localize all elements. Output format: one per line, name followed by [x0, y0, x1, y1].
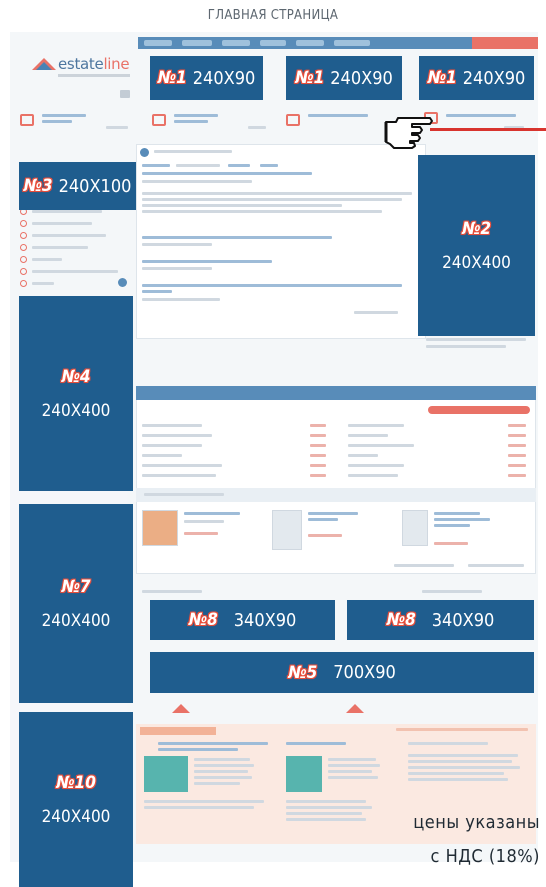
ad-block-size: 240X400	[41, 400, 111, 421]
ad-block-number: №7	[61, 576, 91, 597]
ad-block-size: 240X400	[41, 806, 111, 827]
pointing-hand-icon	[382, 106, 438, 150]
ad-block-size: 700X90	[333, 662, 396, 683]
ad-block-size: 340X90	[431, 609, 495, 631]
ad-block-size: 240X100	[58, 175, 132, 197]
ad-block-size: 240X400	[442, 252, 511, 273]
ad-block-number: №4	[61, 366, 91, 387]
ad-block-number: №8	[188, 610, 218, 630]
ad-block-number: №3	[23, 176, 53, 196]
ad-block-1-right: №1 240X90	[419, 56, 534, 100]
ad-block-4: №4 240X400	[19, 296, 133, 491]
ad-block-size: 340X90	[233, 609, 297, 631]
ad-block-1-center: №1 240X90	[286, 56, 402, 100]
ad-block-number: №8	[386, 610, 416, 630]
price-note-line1: цены указаны	[413, 812, 540, 833]
ad-block-number: №1	[157, 68, 187, 88]
ad-block-10: №10 240X400	[19, 712, 133, 887]
logo-part2: line	[103, 55, 130, 73]
ad-block-7: №7 240X400	[19, 504, 133, 703]
ad-block-8-left: №8 340X90	[150, 600, 335, 640]
catalog-panel	[136, 386, 536, 574]
ad-block-number: №5	[288, 662, 318, 683]
site-logo: estateline	[30, 52, 140, 88]
ad-block-8-right: №8 340X90	[347, 600, 534, 640]
logo-part1: estate	[58, 55, 104, 73]
ad-block-size: 240X90	[330, 67, 393, 89]
site-top-nav	[138, 37, 538, 49]
ad-block-number: №2	[461, 218, 492, 239]
ad-block-size: 240X90	[462, 67, 526, 89]
ad-block-size: 240X400	[41, 610, 111, 631]
pointer-line	[430, 128, 546, 131]
ad-block-number: №10	[56, 772, 96, 793]
price-note-line2: с НДС (18%)	[430, 846, 540, 867]
ad-block-2: №2 240X400	[418, 155, 535, 336]
ad-block-number: №1	[295, 68, 325, 88]
catalog-header-bar	[136, 386, 536, 400]
ad-block-number: №1	[427, 68, 457, 88]
ad-block-size: 240X90	[192, 67, 256, 89]
ad-block-5: №5 700X90	[150, 652, 534, 693]
page-heading: ГЛАВНАЯ СТРАНИЦА	[207, 8, 339, 23]
ad-block-3: №3 240X100	[19, 162, 136, 210]
ad-block-1-left: №1 240X90	[150, 56, 263, 100]
